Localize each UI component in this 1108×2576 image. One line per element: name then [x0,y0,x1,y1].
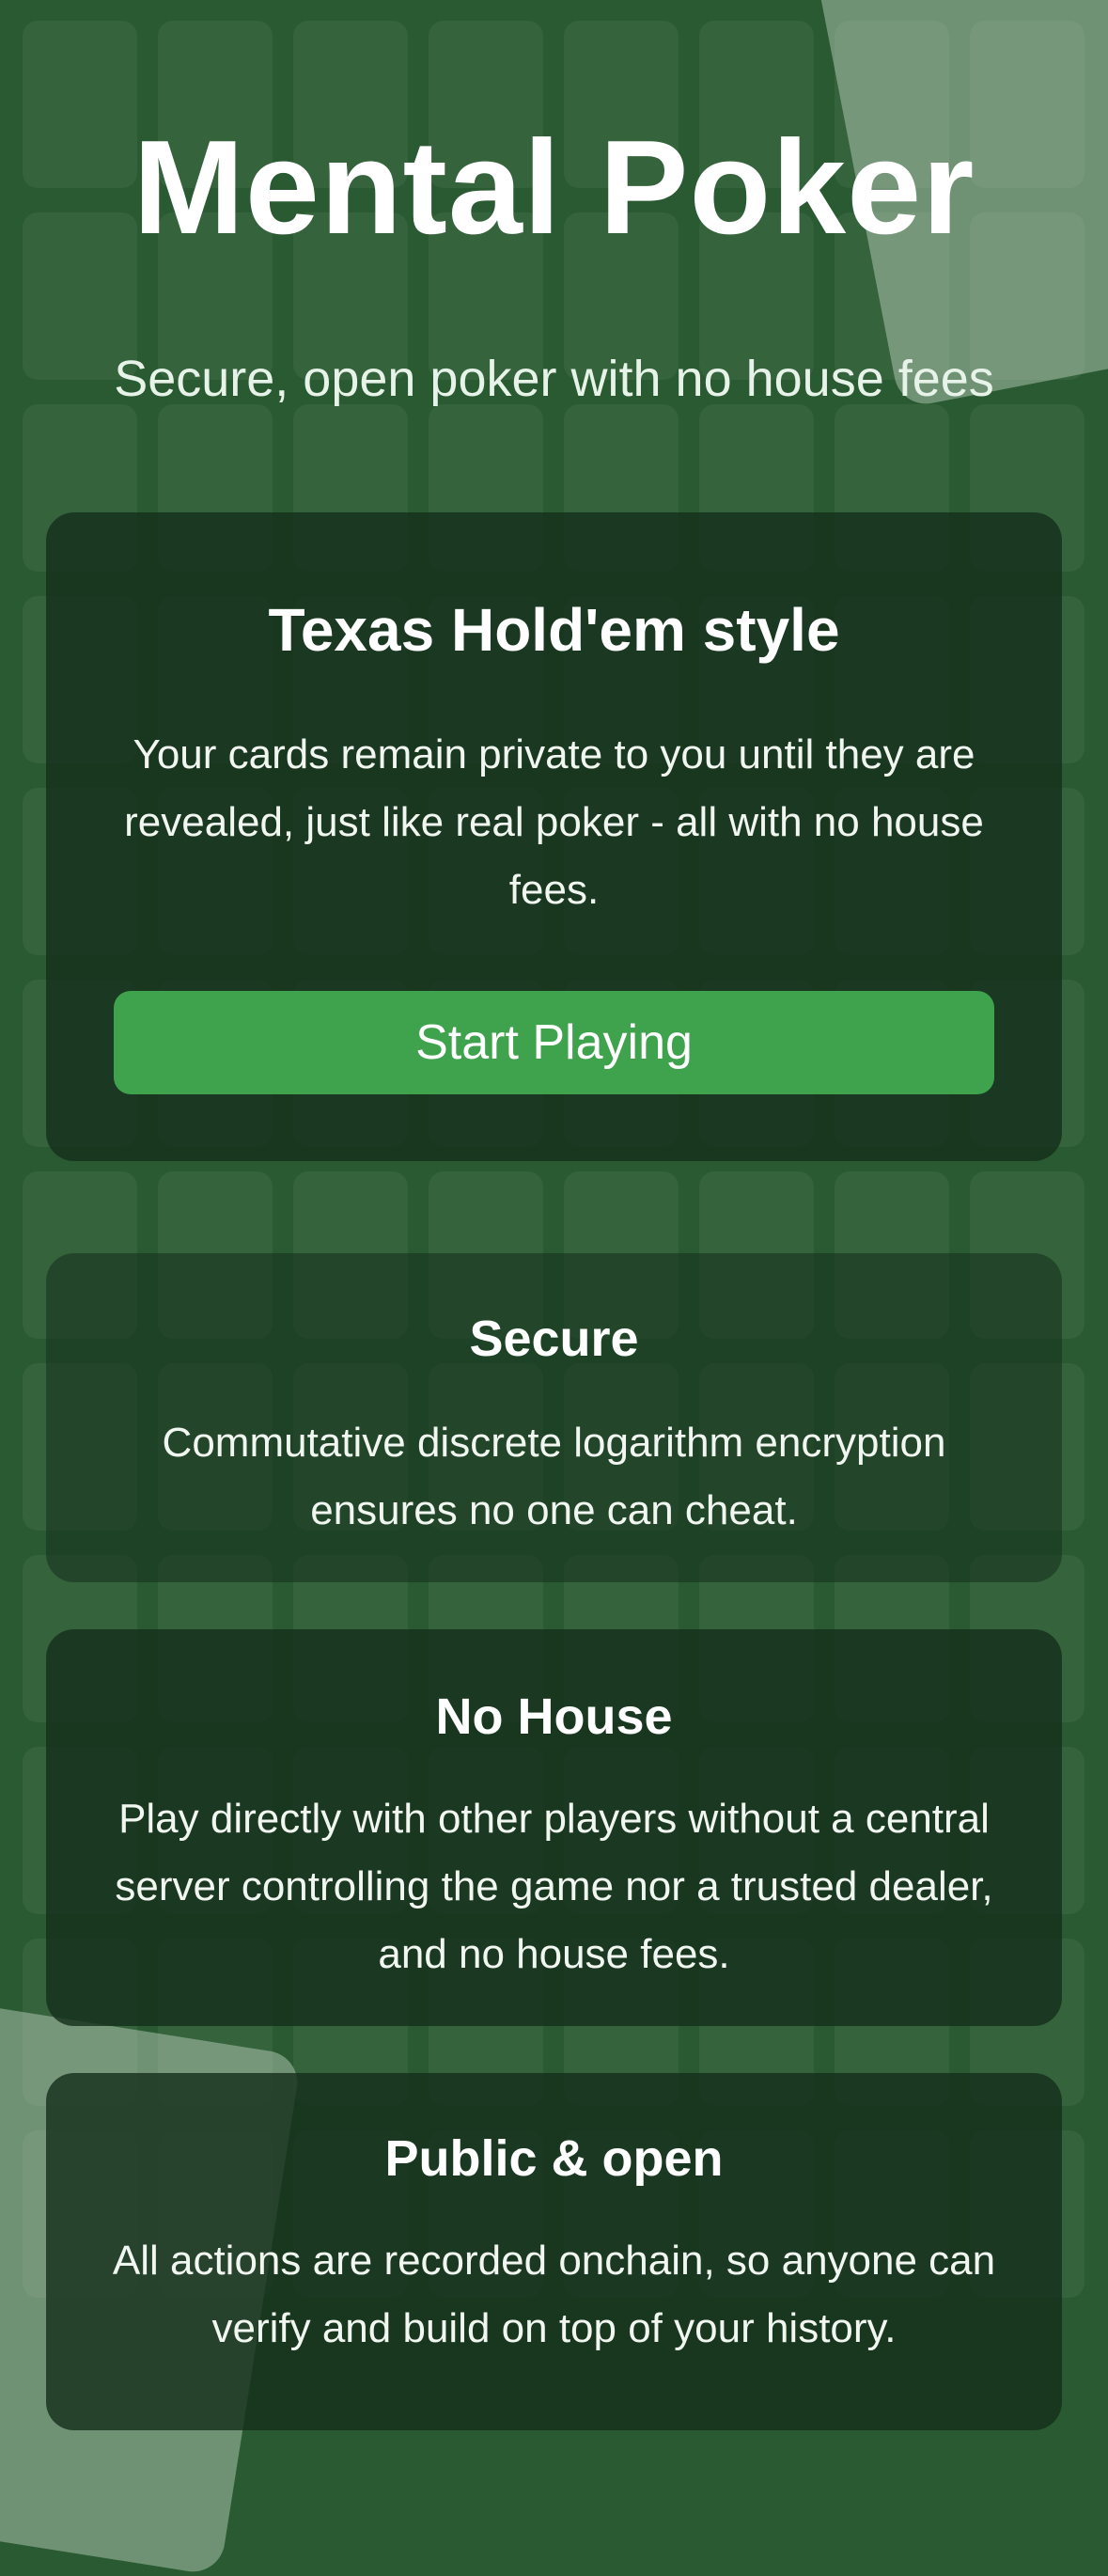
feature-card-public-open: Public & open All actions are recorded o… [46,2073,1062,2430]
feature-description: Commutative discrete logarithm encryptio… [162,1420,946,1533]
game-mode-description: Your cards remain private to you until t… [124,731,984,913]
feature-card-secure: Secure Commutative discrete logarithm en… [46,1253,1062,1582]
feature-title: Secure [469,1311,639,1367]
feature-description: All actions are recorded onchain, so any… [112,2238,996,2351]
start-playing-button[interactable]: Start Playing [114,991,994,1094]
game-mode-card: Texas Hold'em style Your cards remain pr… [46,512,1062,1161]
page-subtitle: Secure, open poker with no house fees [114,351,994,407]
page-title: Mental Poker [133,113,975,262]
game-mode-title: Texas Hold'em style [268,596,840,664]
feature-description: Play directly with other players without… [115,1796,993,1977]
feature-title: Public & open [384,2130,724,2187]
feature-card-no-house: No House Play directly with other player… [46,1629,1062,2026]
feature-title: No House [435,1689,673,1745]
